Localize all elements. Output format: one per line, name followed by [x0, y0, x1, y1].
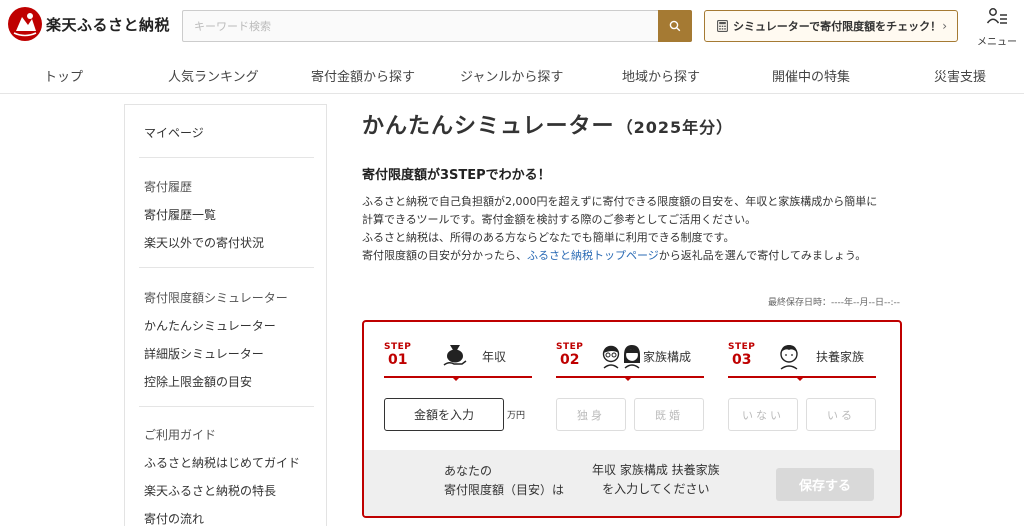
result-area: あなたの 寄付限度額（目安）は 年収 家族構成 扶養家族 を入力してください 保… [364, 450, 900, 516]
unit-label: 万円 [507, 411, 526, 421]
calculator-icon [717, 20, 728, 32]
family-icon [602, 345, 640, 369]
sidebar-item-history-list[interactable]: 寄付履歴一覧 [144, 206, 216, 223]
result-message: 年収 家族構成 扶養家族 を入力してください [592, 461, 720, 499]
search-button[interactable] [658, 10, 692, 42]
menu-button[interactable]: メニュー [975, 6, 1019, 48]
step-title: 家族構成 [643, 350, 692, 364]
family-married-button[interactable]: 既婚 [634, 398, 704, 431]
step-3: STEP 03 扶養家族 [728, 338, 876, 381]
menu-label: メニュー [977, 37, 1017, 48]
step-arrow [451, 376, 461, 381]
result-label-line-1: あなたの [444, 464, 493, 478]
step-arrow [623, 376, 633, 381]
sidebar-item-mypage[interactable]: マイページ [144, 124, 204, 141]
description-line-2: 計算できるツールです。寄付金額を検討する際のご参考としてご活用ください。 [362, 213, 757, 226]
sidebar-item-guide-first[interactable]: ふるさと納税はじめてガイド [144, 454, 300, 471]
nav-item-features[interactable]: 開催中の特集 [772, 66, 850, 85]
description-text: から返礼品を選んで寄付してみましょう。 [658, 249, 867, 262]
result-label-line-2: 寄付限度額（目安）は [444, 483, 565, 497]
step-number: 01 [388, 352, 408, 368]
description-line-4: 寄付限度額の目安が分かったら、ふるさと納税トップページから返礼品を選んで寄付して… [362, 247, 866, 263]
sidebar-item-guide-flow[interactable]: 寄付の流れ [144, 510, 204, 526]
save-button[interactable]: 保存する [776, 468, 874, 501]
sidebar-item-simulator-detail[interactable]: 詳細版シミュレーター [144, 345, 264, 362]
site-header: 楽天ふるさと納税 シミュレーターで寄付限度額をチェック！ › [0, 0, 1024, 52]
logo-text: 楽天ふるさと納税 [46, 15, 171, 34]
sidebar-heading-simulator: 寄付限度額シミュレーター [144, 291, 288, 305]
chevron-right-icon: › [942, 19, 947, 33]
divider [139, 406, 314, 407]
sidebar-item-guide-features[interactable]: 楽天ふるさと納税の特長 [144, 482, 276, 499]
sidebar: マイページ 寄付履歴 寄付履歴一覧 楽天以外での寄付状況 寄付限度額シミュレータ… [124, 104, 327, 526]
nav-item-by-genre[interactable]: ジャンルから探す [460, 66, 563, 85]
enter-amount-button[interactable]: 金額を入力 [384, 398, 504, 431]
page-title: かんたんシミュレーター （2025年分） [362, 108, 733, 140]
nav-item-by-amount[interactable]: 寄付金額から探す [311, 66, 415, 85]
step-label: STEP [728, 342, 756, 352]
nav-item-ranking[interactable]: 人気ランキング [168, 66, 259, 85]
step-label: STEP [384, 342, 412, 352]
sidebar-item-simulator-easy[interactable]: かんたんシミュレーター [144, 317, 276, 334]
step-number: 02 [560, 352, 580, 368]
dependents-none-button[interactable]: いない [728, 398, 798, 431]
sidebar-item-deduction-limit[interactable]: 控除上限金額の目安 [144, 373, 252, 390]
nav-item-top[interactable]: トップ [44, 66, 83, 85]
page-title-year: （2025年分） [616, 118, 734, 137]
last-saved-timestamp: 最終保存日時：----年--月--日--:-- [767, 298, 900, 308]
search-icon [669, 20, 681, 32]
dependent-icon [780, 345, 798, 370]
result-message-line-1: 年収 家族構成 扶養家族 [592, 463, 720, 477]
result-label: あなたの 寄付限度額（目安）は [444, 462, 564, 500]
description-line-1: ふるさと納税で自己負担額が2,000円を超えずに寄付できる限度額の目安を、年収と… [362, 195, 878, 208]
search-input[interactable] [183, 11, 659, 41]
family-single-button[interactable]: 独身 [556, 398, 626, 431]
step-title: 扶養家族 [816, 350, 865, 364]
top-page-link[interactable]: ふるさと納税トップページ [527, 249, 659, 262]
simulator-panel: STEP 01 年収 STEP 02 家族構成 STEP 03 扶養家族 金額を… [362, 320, 902, 518]
step-arrow [795, 376, 805, 381]
sidebar-heading-guide: ご利用ガイド [144, 428, 217, 442]
page-title-text: かんたんシミュレーター [362, 114, 615, 139]
description-line-3: ふるさと納税は、所得のある方ならどなたでも簡単に利用できる制度です。 [362, 231, 735, 244]
menu-icon [986, 8, 1007, 24]
divider [139, 157, 314, 158]
result-message-line-2: を入力してください [602, 482, 710, 496]
simulator-check-label: シミュレーターで寄付限度額をチェック！ [733, 20, 942, 33]
step-1: STEP 01 年収 [384, 338, 532, 381]
site-logo[interactable]: 楽天ふるさと納税 [8, 7, 170, 41]
divider [139, 267, 314, 268]
simulator-check-button[interactable]: シミュレーターで寄付限度額をチェック！ › [704, 10, 958, 42]
logo-icon [8, 7, 42, 41]
income-icon [443, 345, 467, 366]
step-label: STEP [556, 342, 584, 352]
step-number: 03 [732, 352, 752, 368]
nav-item-disaster[interactable]: 災害支援 [934, 66, 986, 85]
search-box [182, 10, 692, 42]
sidebar-heading-history: 寄付履歴 [144, 180, 193, 194]
step-2: STEP 02 家族構成 [556, 338, 704, 381]
subheading: 寄付限度額が3STEPでわかる！ [362, 168, 551, 183]
description-text: 寄付限度額の目安が分かったら、 [362, 249, 527, 262]
dependents-yes-button[interactable]: いる [806, 398, 876, 431]
global-nav: トップ 人気ランキング 寄付金額から探す ジャンルから探す 地域から探す 開催中… [0, 60, 1024, 94]
step-title: 年収 [482, 350, 507, 364]
nav-item-by-region[interactable]: 地域から探す [622, 66, 700, 85]
sidebar-item-history-other[interactable]: 楽天以外での寄付状況 [144, 234, 264, 251]
